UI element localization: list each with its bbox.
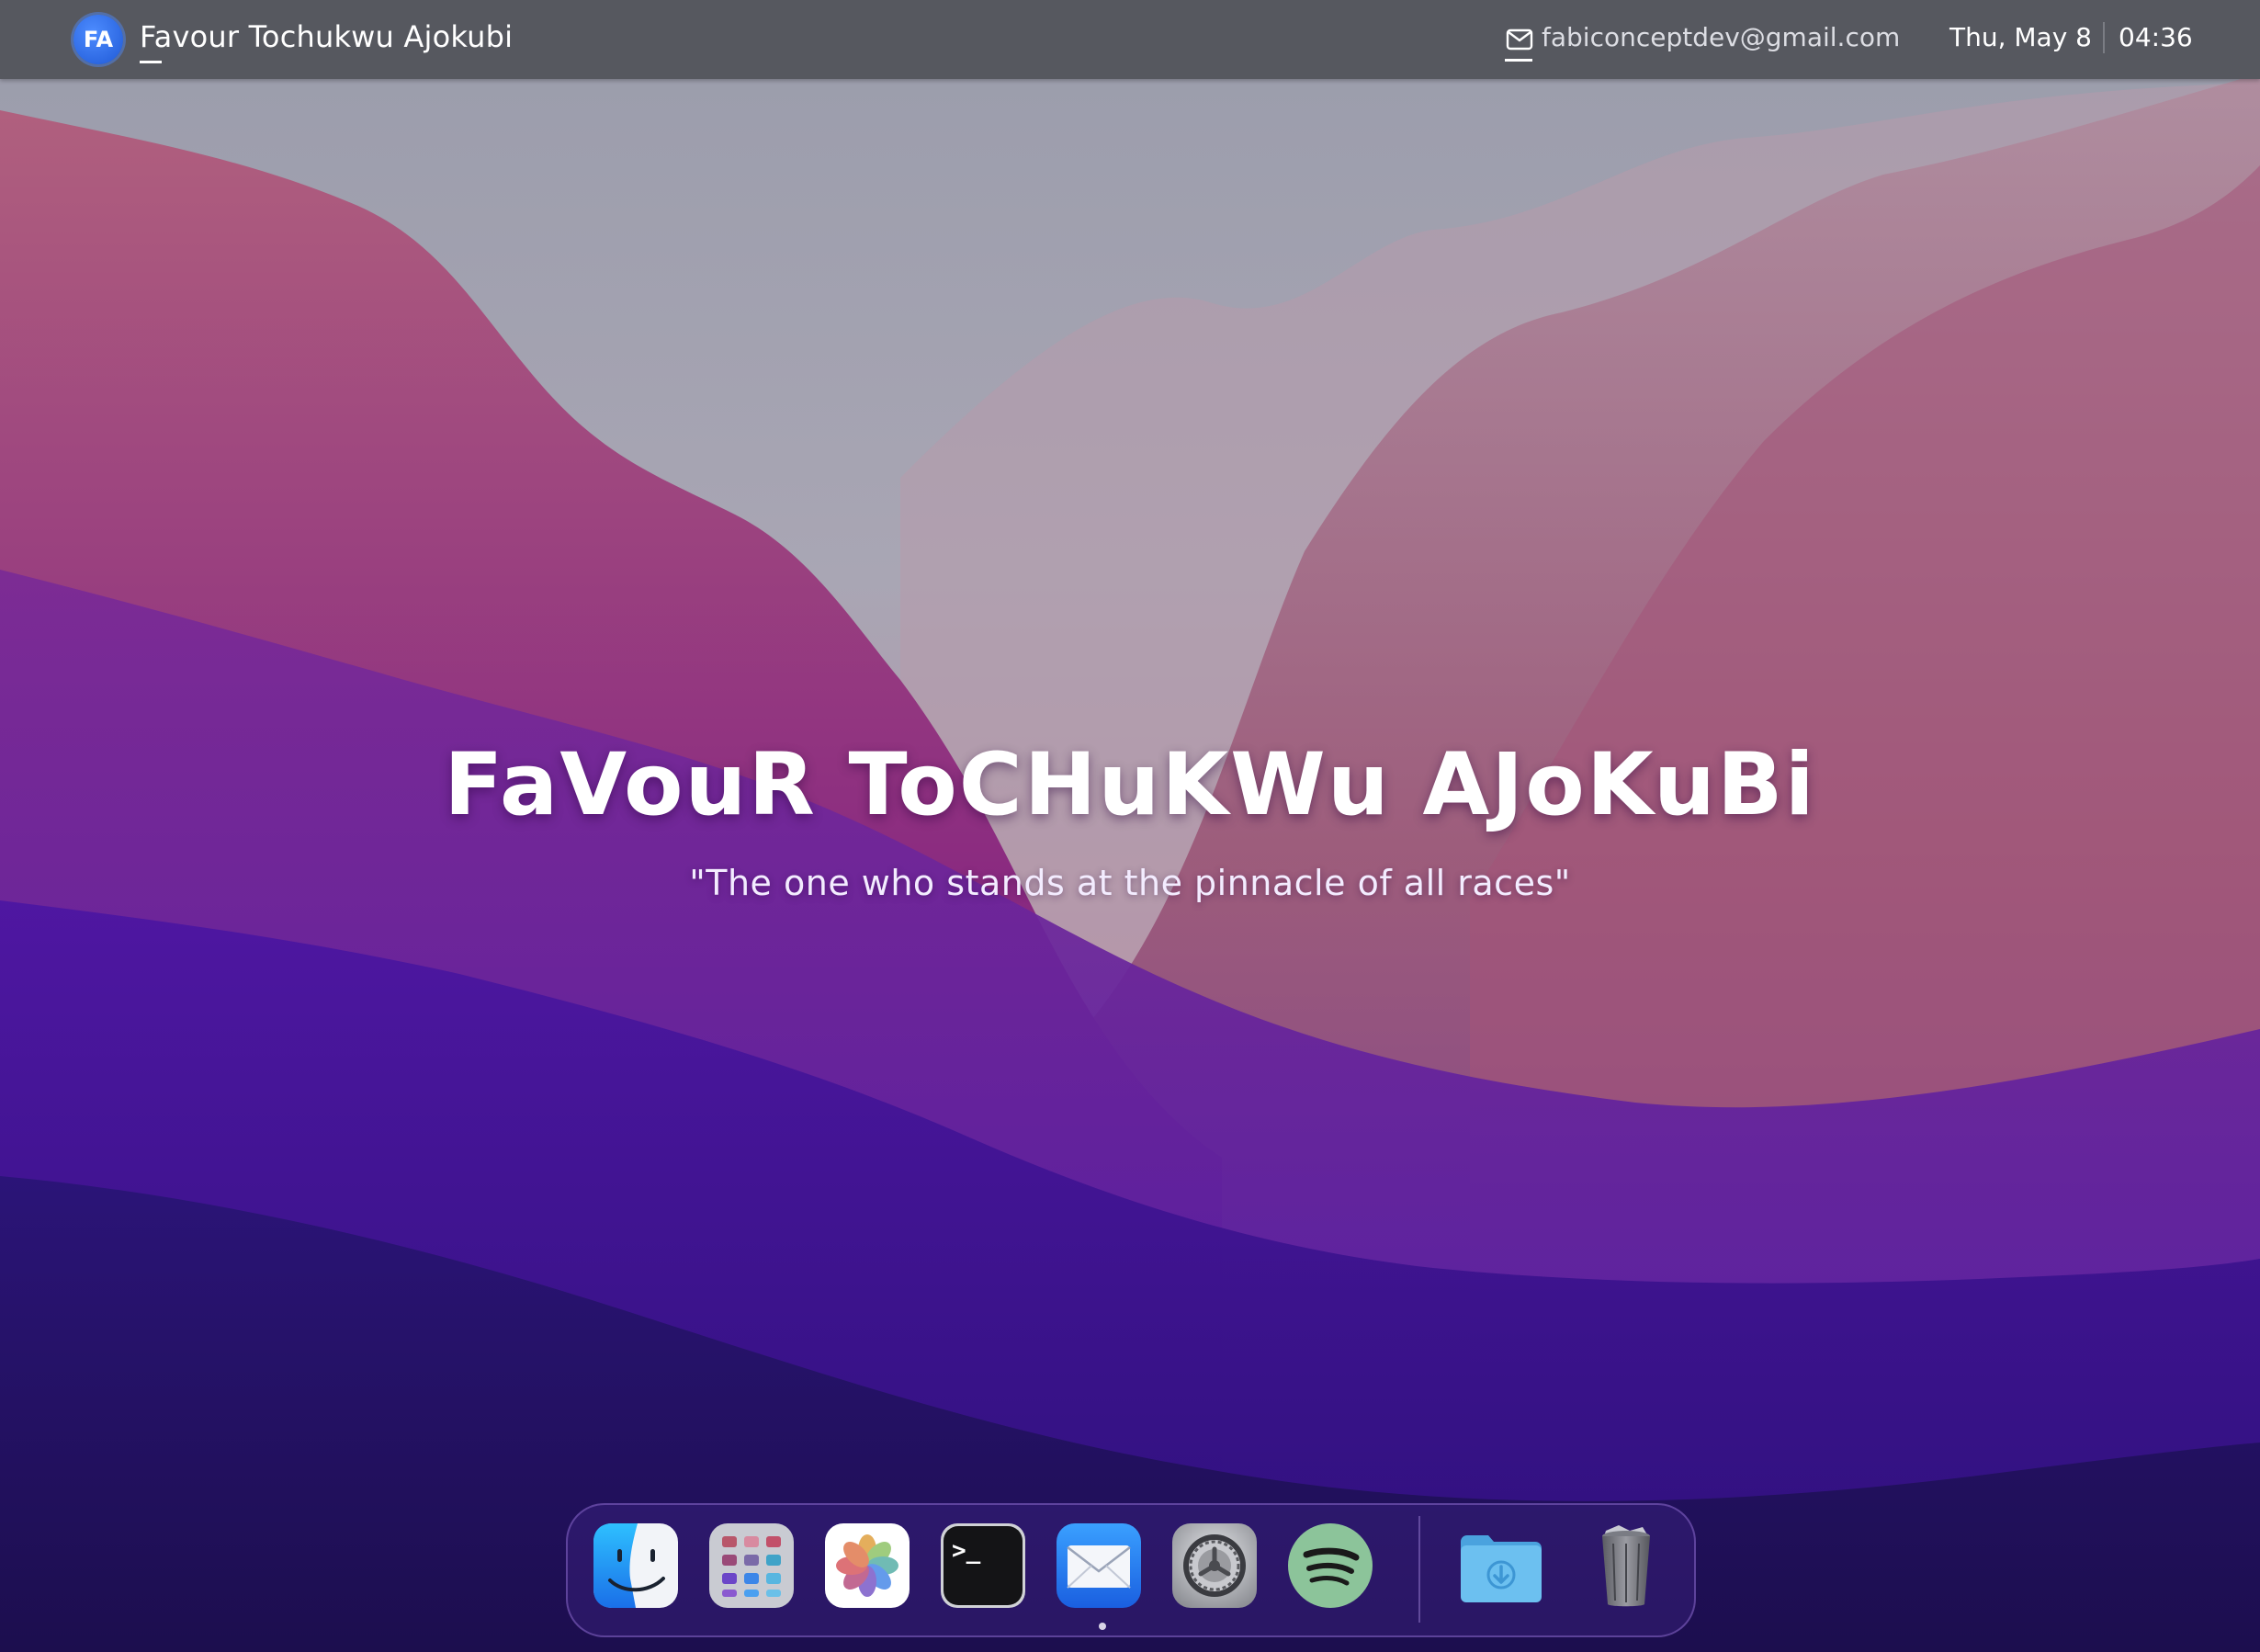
launchpad-icon <box>709 1523 794 1608</box>
running-indicator <box>1099 1623 1106 1630</box>
dock-item-spotify[interactable] <box>1286 1522 1374 1610</box>
clock-separator <box>2103 22 2105 53</box>
hero-quote: "The one who stands at the pinnacle of a… <box>689 863 1571 903</box>
downloads-folder-icon <box>1461 1535 1542 1602</box>
system-settings-icon <box>1172 1523 1257 1608</box>
dock-item-photos[interactable] <box>823 1522 911 1610</box>
dock-divider <box>1418 1516 1420 1623</box>
hero-title: FaVouR ToCHuKWu AJoKuBi <box>444 735 1816 835</box>
dock-item-system-settings[interactable] <box>1170 1522 1259 1610</box>
time-display: 04:36 <box>2119 22 2193 52</box>
email-underline <box>1505 59 1532 62</box>
terminal-icon: >_ <box>941 1523 1025 1608</box>
dock-item-finder[interactable] <box>592 1522 680 1610</box>
dock-item-mail[interactable] <box>1055 1522 1143 1610</box>
terminal-prompt-glyph: >_ <box>952 1537 981 1565</box>
menu-bar: FA Favour Tochukwu Ajokubi fabiconceptde… <box>0 0 2260 79</box>
email-link[interactable]: fabiconceptdev@gmail.com <box>1542 20 1900 55</box>
spotify-icon <box>1288 1523 1373 1608</box>
avatar[interactable]: FA <box>73 15 123 64</box>
dock-item-terminal[interactable]: >_ <box>939 1522 1027 1610</box>
photos-icon <box>825 1523 910 1608</box>
owner-name-underline <box>140 61 162 63</box>
date-display: Thu, May 8 <box>1949 22 2092 52</box>
dock-item-launchpad[interactable] <box>707 1522 796 1610</box>
finder-icon <box>593 1523 678 1608</box>
dock-item-trash[interactable] <box>1582 1522 1670 1610</box>
mail-app-icon <box>1057 1523 1141 1608</box>
envelope-icon[interactable] <box>1505 25 1534 54</box>
dock-item-downloads[interactable] <box>1457 1522 1545 1610</box>
owner-name[interactable]: Favour Tochukwu Ajokubi <box>140 18 513 55</box>
trash-icon <box>1602 1525 1650 1607</box>
